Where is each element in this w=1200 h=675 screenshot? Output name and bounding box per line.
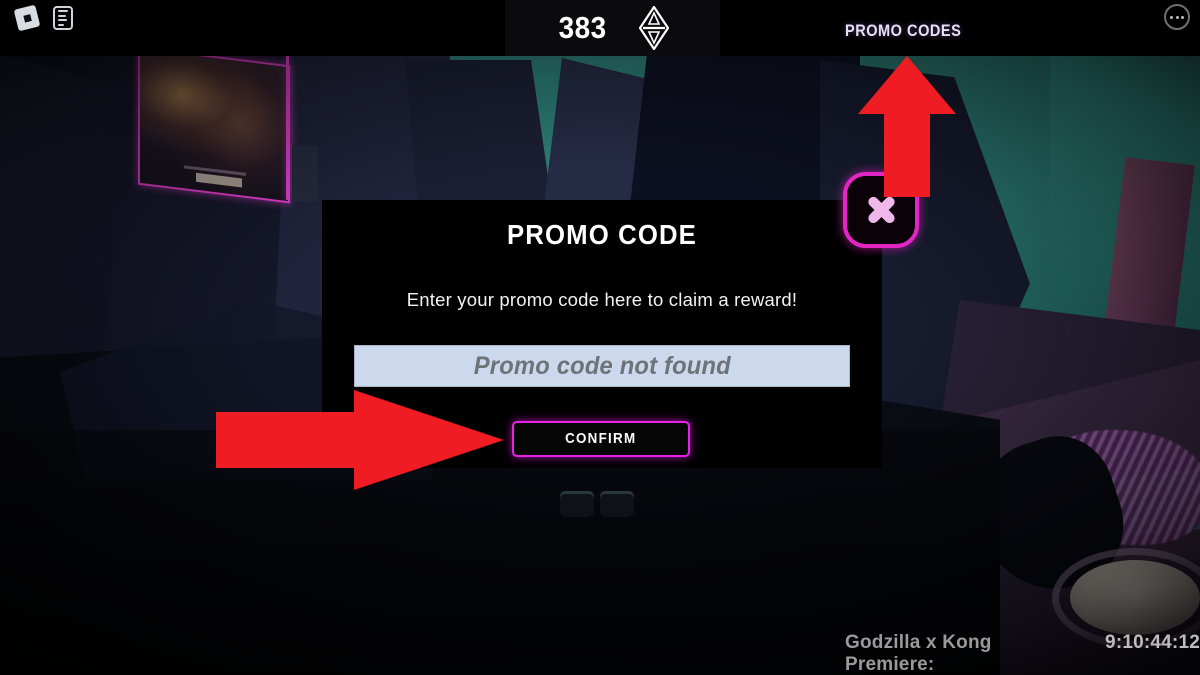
confirm-button-label: CONFIRM (565, 431, 637, 447)
top-bar-left-icons (13, 4, 76, 32)
list-menu-icon[interactable] (50, 5, 76, 31)
dialog-title: PROMO CODE (507, 219, 697, 250)
confirm-button[interactable]: CONFIRM (512, 421, 690, 457)
gem-diamond-icon (639, 6, 670, 50)
top-bar: 383 PROMO CODES (0, 0, 1200, 56)
countdown-value: 9:10:44:12 (1105, 632, 1200, 653)
more-options-icon[interactable] (1164, 4, 1190, 30)
dialog-subtitle: Enter your promo code here to claim a re… (406, 289, 798, 310)
promo-code-input-value: Promo code not found (473, 351, 731, 380)
currency-display: 383 (505, 0, 720, 56)
event-label: Godzilla x Kong Premiere: (845, 632, 992, 675)
game-screen: 383 PROMO CODES PROMO CODE Enter your pr… (0, 0, 1200, 675)
promo-code-input[interactable]: Promo code not found (354, 345, 850, 387)
promo-codes-button[interactable]: PROMO CODES (845, 22, 961, 41)
currency-amount: 383 (558, 10, 607, 45)
annotation-arrow-right (216, 390, 506, 490)
event-countdown: Godzilla x Kong Premiere: 9:10:44:12 (845, 632, 1200, 675)
roblox-logo-icon[interactable] (13, 4, 41, 32)
annotation-arrow-up (856, 52, 958, 197)
